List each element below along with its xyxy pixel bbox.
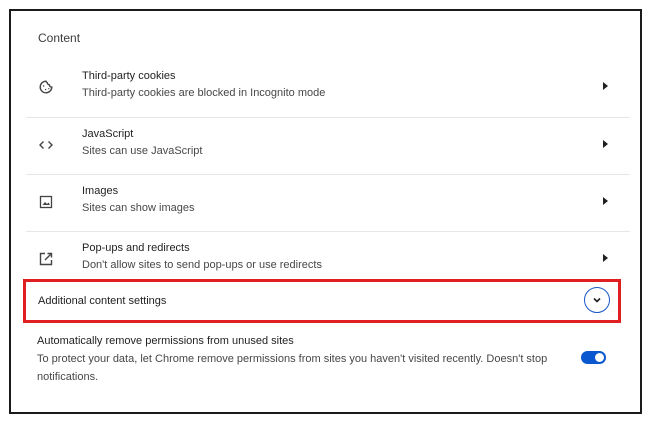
setting-row-javascript[interactable]: JavaScript Sites can use JavaScript [26, 117, 630, 175]
arrow-right-icon[interactable] [603, 197, 608, 205]
code-icon [38, 137, 54, 153]
auto-remove-title: Automatically remove permissions from un… [37, 335, 294, 347]
setting-subtitle: Sites can use JavaScript [82, 145, 203, 157]
additional-content-settings-label: Additional content settings [38, 295, 167, 307]
toggle-knob [595, 353, 604, 362]
auto-remove-description: To protect your data, let Chrome remove … [37, 353, 548, 383]
arrow-right-icon[interactable] [603, 140, 608, 148]
open-in-new-icon [38, 251, 54, 267]
setting-row-images[interactable]: Images Sites can show images [26, 174, 630, 232]
image-icon [38, 194, 54, 210]
auto-remove-toggle[interactable] [581, 351, 606, 364]
setting-subtitle: Don't allow sites to send pop-ups or use… [82, 259, 322, 271]
setting-title: JavaScript [82, 128, 134, 140]
arrow-right-icon[interactable] [603, 82, 608, 90]
auto-remove-permissions: Automatically remove permissions from un… [37, 334, 567, 386]
setting-title: Images [82, 185, 119, 197]
setting-row-third-party-cookies[interactable]: Third-party cookies Third-party cookies … [26, 60, 630, 117]
chevron-down-icon[interactable] [584, 287, 610, 313]
arrow-right-icon[interactable] [603, 254, 608, 262]
section-title: Content [38, 31, 81, 45]
setting-subtitle: Third-party cookies are blocked in Incog… [82, 87, 326, 99]
cookie-icon [38, 79, 54, 95]
setting-subtitle: Sites can show images [82, 202, 195, 214]
setting-title: Pop-ups and redirects [82, 242, 190, 254]
additional-content-settings[interactable]: Additional content settings [23, 279, 621, 323]
setting-title: Third-party cookies [82, 70, 176, 82]
